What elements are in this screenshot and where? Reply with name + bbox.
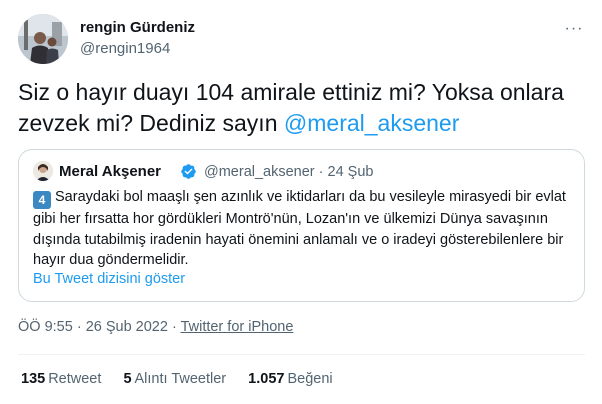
tweet-source-link[interactable]: Twitter for iPhone bbox=[181, 319, 294, 335]
keycap-digit-icon: 4 bbox=[33, 191, 51, 209]
tweet-text: Siz o hayır duayı 104 amirale ettiniz mi… bbox=[18, 77, 588, 139]
author-avatar[interactable] bbox=[18, 14, 68, 64]
retweet-count[interactable]: 135 Retweet bbox=[21, 371, 101, 387]
more-options-button[interactable]: ··· bbox=[563, 18, 585, 40]
tweet-stats: 135 Retweet 5 Alıntı Tweetler 1.057 Beğeni bbox=[21, 371, 351, 387]
author-name[interactable]: rengin Gürdeniz bbox=[80, 19, 195, 36]
author-handle[interactable]: @rengin1964 bbox=[80, 40, 170, 57]
quoted-tweet-body: Saraydaki bol maaşlı şen azınlık ve ikti… bbox=[33, 189, 566, 268]
quoted-profile-photo-icon bbox=[33, 161, 53, 181]
tweet-timestamp: ÖÖ 9:55 · 26 Şub 2022 · Twitter for iPho… bbox=[18, 319, 293, 335]
divider bbox=[18, 354, 585, 355]
tweet-detail: rengin Gürdeniz @rengin1964 ··· Siz o ha… bbox=[0, 0, 602, 404]
quoted-author-avatar[interactable] bbox=[33, 161, 53, 181]
verified-badge-icon bbox=[181, 164, 196, 179]
show-thread-link[interactable]: Bu Tweet dizisini göster bbox=[33, 271, 185, 287]
quoted-tweet-text: 4 Saraydaki bol maaşlı şen azınlık ve ikt… bbox=[33, 187, 573, 271]
quoted-author-name[interactable]: Meral Akşener bbox=[59, 163, 161, 180]
tweet-time[interactable]: ÖÖ 9:55 · 26 Şub 2022 · bbox=[18, 319, 181, 335]
quote-tweet-count[interactable]: 5 Alıntı Tweetler bbox=[123, 371, 226, 387]
like-count[interactable]: 1.057 Beğeni bbox=[248, 371, 332, 387]
quoted-handle-date[interactable]: @meral_aksener · 24 Şub bbox=[204, 164, 373, 180]
mention-link[interactable]: @meral_aksener bbox=[284, 110, 459, 136]
profile-photo-icon bbox=[18, 14, 68, 64]
more-horizontal-icon: ··· bbox=[564, 20, 584, 37]
quoted-tweet[interactable]: Meral Akşener @meral_aksener · 24 Şub 4S… bbox=[18, 149, 585, 302]
